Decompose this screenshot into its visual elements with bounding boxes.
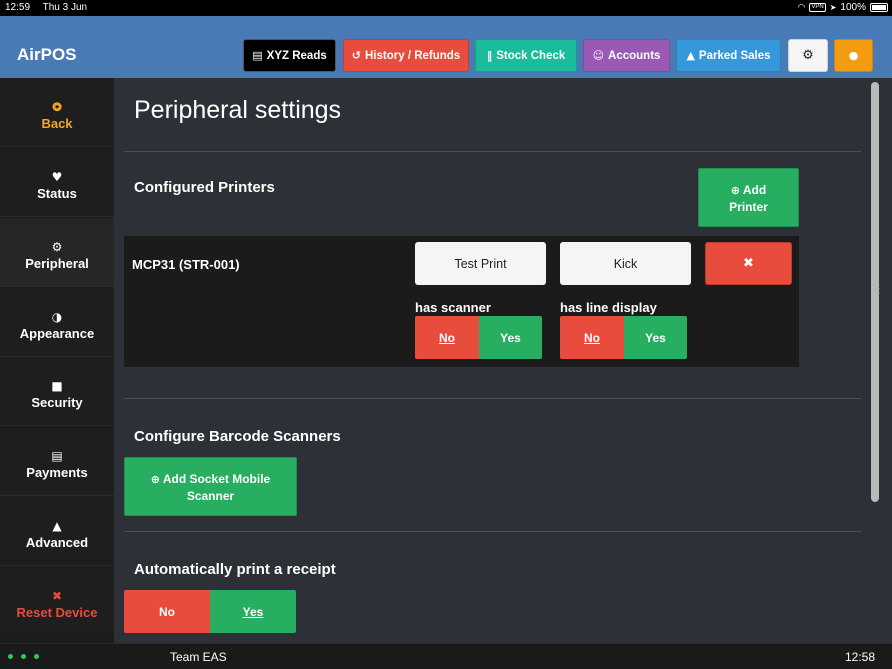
history-refunds-label: History / Refunds bbox=[365, 49, 461, 62]
sidebar-item-label: Payments bbox=[26, 465, 88, 480]
sidebar-item-label: Peripheral bbox=[25, 256, 89, 271]
user-icon: ● bbox=[848, 49, 859, 62]
battery-percent: 100% bbox=[840, 2, 866, 13]
gear-icon: ⚙ bbox=[51, 240, 63, 254]
printer-name: MCP31 (STR-001) bbox=[132, 257, 240, 272]
battery-icon bbox=[870, 3, 888, 12]
history-refunds-button[interactable]: ↺ History / Refunds bbox=[343, 39, 469, 72]
scrollbar[interactable]: · · · bbox=[868, 78, 892, 643]
printer-row: MCP31 (STR-001) Test Print Kick ✖ has sc… bbox=[124, 236, 799, 367]
add-socket-mobile-scanner-button[interactable]: ⊕ Add Socket Mobile Scanner bbox=[124, 457, 297, 516]
has-scanner-label: has scanner bbox=[415, 300, 491, 315]
users-icon: ☺ bbox=[592, 49, 605, 62]
has-line-display-label: has line display bbox=[560, 300, 657, 315]
contrast-icon: ◑ bbox=[51, 310, 63, 324]
sidebar: ⭗ Back ♥ Status ⚙ Peripheral ◑ Appearanc… bbox=[0, 78, 114, 643]
sidebar-item-advanced[interactable]: ▲ Advanced bbox=[0, 497, 114, 566]
add-printer-label-1: Add bbox=[742, 183, 767, 197]
has-scanner-yes-button[interactable]: Yes bbox=[479, 316, 542, 359]
gear-icon: ⚙ bbox=[802, 48, 814, 63]
plus-circle-icon: ⊕ bbox=[150, 473, 160, 486]
status-dot-icon bbox=[8, 654, 13, 659]
xyz-reads-button[interactable]: ▤ XYZ Reads bbox=[243, 39, 336, 72]
stock-check-button[interactable]: ‖ Stock Check bbox=[475, 39, 577, 72]
warning-icon: ▲ bbox=[52, 519, 62, 533]
sidebar-item-label: Reset Device bbox=[16, 605, 98, 620]
add-printer-button[interactable]: ⊕ Add Printer bbox=[698, 168, 799, 227]
has-scanner-toggle: No Yes bbox=[415, 316, 542, 359]
scanners-heading: Configure Barcode Scanners bbox=[134, 428, 341, 445]
sidebar-item-payments[interactable]: ▤ Payments bbox=[0, 427, 114, 496]
team-name: Team EAS bbox=[170, 650, 227, 664]
printers-heading: Configured Printers bbox=[134, 179, 275, 196]
divider bbox=[124, 531, 861, 532]
app-header: AirPOS ▤ XYZ Reads ↺ History / Refunds ‖… bbox=[0, 16, 892, 78]
sidebar-item-back[interactable]: ⭗ Back bbox=[0, 78, 114, 147]
close-icon: ✖ bbox=[743, 256, 754, 271]
wifi-icon: ◠ bbox=[797, 2, 806, 13]
footer-bar: Team EAS 12:58 bbox=[0, 643, 892, 669]
drag-handle-icon[interactable]: · · · bbox=[877, 280, 881, 299]
has-line-display-yes-button[interactable]: Yes bbox=[624, 316, 687, 359]
parked-sales-label: Parked Sales bbox=[698, 49, 771, 62]
has-scanner-no-button[interactable]: No bbox=[415, 316, 479, 359]
add-scanner-label-2: Scanner bbox=[186, 489, 235, 503]
sidebar-item-status[interactable]: ♥ Status bbox=[0, 148, 114, 217]
list-icon: ▤ bbox=[252, 49, 263, 62]
sidebar-item-label: Status bbox=[37, 186, 77, 201]
x-icon: ✖ bbox=[51, 589, 63, 603]
back-circle-icon: ⭗ bbox=[52, 100, 62, 114]
sidebar-item-reset-device[interactable]: ✖ Reset Device bbox=[0, 567, 114, 636]
barcode-icon: ‖ bbox=[486, 49, 493, 62]
kick-button[interactable]: Kick bbox=[560, 242, 691, 285]
sidebar-item-label: Security bbox=[31, 395, 83, 410]
add-printer-label-2: Printer bbox=[729, 200, 768, 214]
status-time: 12:59 bbox=[5, 2, 31, 13]
app-title: AirPOS bbox=[17, 45, 77, 64]
vpn-badge: VPN bbox=[809, 3, 826, 12]
cart-icon: ▤ bbox=[51, 449, 63, 463]
footer-time: 12:58 bbox=[844, 650, 875, 664]
page-title: Peripheral settings bbox=[134, 96, 342, 124]
location-icon: ➤ bbox=[829, 3, 837, 12]
auto-print-yes-button[interactable]: Yes bbox=[210, 590, 296, 633]
lock-icon: ■ bbox=[51, 379, 63, 393]
stock-check-label: Stock Check bbox=[496, 49, 566, 62]
add-scanner-label-1: Add Socket Mobile bbox=[162, 472, 271, 486]
sidebar-item-label: Advanced bbox=[25, 535, 89, 550]
status-dot-icon bbox=[21, 654, 26, 659]
divider bbox=[124, 398, 861, 399]
user-button[interactable]: ● bbox=[834, 39, 873, 72]
delete-printer-button[interactable]: ✖ bbox=[705, 242, 792, 285]
test-print-button[interactable]: Test Print bbox=[415, 242, 546, 285]
settings-button[interactable]: ⚙ bbox=[788, 39, 828, 72]
xyz-reads-label: XYZ Reads bbox=[266, 49, 327, 62]
sidebar-item-peripheral[interactable]: ⚙ Peripheral bbox=[0, 218, 114, 287]
system-status-bar: 12:59 Thu 3 Jun ◠ VPN ➤ 100% bbox=[0, 0, 892, 16]
accounts-button[interactable]: ☺ Accounts bbox=[583, 39, 670, 72]
main-content: Peripheral settings Configured Printers … bbox=[114, 78, 868, 643]
sidebar-item-appearance[interactable]: ◑ Appearance bbox=[0, 288, 114, 357]
accounts-label: Accounts bbox=[608, 49, 661, 62]
history-icon: ↺ bbox=[351, 49, 361, 62]
auto-print-receipt-toggle: No Yes bbox=[124, 590, 296, 633]
sidebar-item-security[interactable]: ■ Security bbox=[0, 357, 114, 426]
parked-sales-button[interactable]: ▲ Parked Sales bbox=[676, 39, 781, 72]
has-line-display-toggle: No Yes bbox=[560, 316, 687, 359]
status-dot-icon bbox=[34, 654, 39, 659]
divider bbox=[124, 151, 861, 152]
receipt-heading: Automatically print a receipt bbox=[134, 561, 336, 578]
heartbeat-icon: ♥ bbox=[51, 170, 63, 184]
status-date: Thu 3 Jun bbox=[42, 2, 88, 13]
has-line-display-no-button[interactable]: No bbox=[560, 316, 624, 359]
sidebar-item-label: Back bbox=[41, 116, 73, 131]
sidebar-item-label: Appearance bbox=[19, 326, 95, 341]
plus-circle-icon: ⊕ bbox=[730, 184, 740, 197]
auto-print-no-button[interactable]: No bbox=[124, 590, 210, 633]
car-icon: ▲ bbox=[686, 49, 695, 62]
